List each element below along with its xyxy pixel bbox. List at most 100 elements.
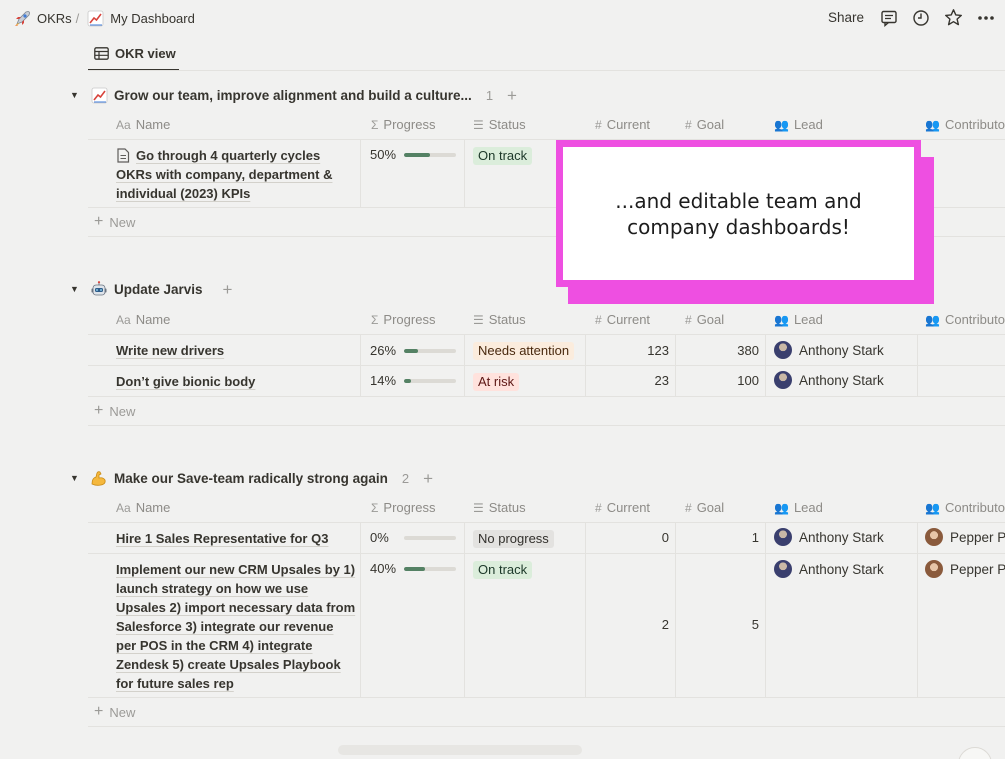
row-lead[interactable]: Anthony Stark — [774, 528, 884, 546]
collapse-triangle-icon[interactable]: ▼ — [70, 284, 84, 294]
row-current[interactable]: 123 — [595, 343, 669, 358]
table-row[interactable]: Write new drivers 26% Needs attention 12… — [88, 335, 1005, 366]
row-name[interactable]: Don’t give bionic body — [116, 374, 255, 389]
column-label: Progress — [383, 117, 436, 132]
progress-value: 0% — [370, 530, 389, 545]
people-icon: 👥 — [925, 312, 940, 327]
column-divider — [675, 366, 676, 396]
table-row[interactable]: Hire 1 Sales Representative for Q3 0% No… — [88, 523, 1005, 554]
row-name[interactable]: Write new drivers — [116, 343, 224, 358]
group-title[interactable]: Grow our team, improve alignment and bui… — [114, 88, 472, 103]
collapse-triangle-icon[interactable]: ▼ — [70, 473, 84, 483]
column-lead[interactable]: 👥 Lead — [774, 304, 823, 335]
callout-text: ...and editable team and company dashboa… — [615, 188, 862, 239]
column-lead[interactable]: 👥 Lead — [774, 109, 823, 140]
row-status[interactable]: No progress — [473, 530, 554, 548]
row-status[interactable]: Needs attention — [473, 342, 575, 360]
add-row-button[interactable]: + — [423, 470, 433, 487]
row-name-cell[interactable]: Write new drivers — [116, 341, 224, 360]
column-goal[interactable]: # Goal — [685, 492, 724, 523]
row-status[interactable]: On track — [473, 561, 533, 579]
column-progress[interactable]: Σ Progress — [371, 109, 435, 140]
row-current[interactable]: 2 — [595, 617, 669, 632]
rocket-icon — [14, 10, 31, 27]
column-contributor[interactable]: 👥 Contributo — [925, 109, 1005, 140]
progress-fill — [404, 566, 425, 571]
row-progress: 40% — [370, 561, 457, 576]
group-header-grow-team[interactable]: ▼ Grow our team, improve alignment and b… — [70, 84, 517, 106]
row-status[interactable]: On track — [473, 147, 533, 165]
share-button[interactable]: Share — [828, 10, 864, 25]
row-current[interactable]: 23 — [595, 373, 669, 388]
column-status[interactable]: ☰ Status — [473, 109, 526, 140]
row-name-cell[interactable]: Implement our new CRM Upsales by 1) laun… — [116, 560, 356, 693]
column-label: Name — [135, 117, 171, 132]
table-header: Aa Name Σ Progress ☰ Status # Current # Goal … — [88, 109, 1005, 140]
row-name-cell[interactable]: Hire 1 Sales Representative for Q3 — [116, 529, 328, 548]
row-name-cell[interactable]: Go through 4 quarterly cycles OKRs with … — [116, 146, 356, 203]
group-header-update-jarvis[interactable]: ▼ Update Jarvis + — [70, 278, 232, 300]
people-icon: 👥 — [774, 117, 789, 132]
column-goal[interactable]: # Goal — [685, 304, 724, 335]
progress-fill — [404, 348, 418, 353]
column-name[interactable]: Aa Name — [116, 304, 170, 335]
formula-icon: Σ — [371, 500, 379, 515]
column-name[interactable]: Aa Name — [116, 109, 170, 140]
horizontal-scrollbar[interactable] — [338, 745, 582, 755]
column-status[interactable]: ☰ Status — [473, 492, 526, 523]
top-bar: OKRs / My Dashboard Share — [0, 0, 1005, 36]
row-goal[interactable]: 380 — [685, 343, 759, 358]
row-goal[interactable]: 1 — [685, 530, 759, 545]
comment-icon[interactable] — [880, 9, 898, 27]
column-progress[interactable]: Σ Progress — [371, 304, 435, 335]
group-title[interactable]: Make our Save-team radically strong agai… — [114, 471, 388, 486]
column-current[interactable]: # Current — [595, 109, 650, 140]
row-goal[interactable]: 100 — [685, 373, 759, 388]
row-lead[interactable]: Anthony Stark — [774, 560, 884, 578]
row-goal[interactable]: 5 — [685, 617, 759, 632]
help-button[interactable] — [958, 747, 992, 759]
star-icon[interactable] — [944, 8, 963, 27]
breadcrumb-page[interactable]: My Dashboard — [110, 11, 195, 26]
breadcrumb-root[interactable]: OKRs — [37, 11, 72, 26]
table-header: Aa Name Σ Progress ☰ Status # Current # Goal … — [88, 492, 1005, 523]
row-status[interactable]: At risk — [473, 373, 520, 391]
column-contributor[interactable]: 👥 Contributo — [925, 492, 1005, 523]
row-contributor[interactable]: Pepper P — [925, 560, 1005, 578]
add-row-button[interactable]: + — [223, 281, 233, 298]
add-row-button[interactable]: + — [507, 87, 517, 104]
row-lead[interactable]: Anthony Stark — [774, 371, 884, 389]
column-name[interactable]: Aa Name — [116, 492, 170, 523]
column-goal[interactable]: # Goal — [685, 109, 724, 140]
column-current[interactable]: # Current — [595, 304, 650, 335]
row-name[interactable]: Go through 4 quarterly cycles OKRs with … — [116, 148, 332, 201]
column-current[interactable]: # Current — [595, 492, 650, 523]
chart-increasing-icon — [90, 86, 108, 104]
row-lead[interactable]: Anthony Stark — [774, 341, 884, 359]
table-row[interactable]: Implement our new CRM Upsales by 1) laun… — [88, 554, 1005, 698]
column-lead[interactable]: 👥 Lead — [774, 492, 823, 523]
column-contributor[interactable]: 👥 Contributo — [925, 304, 1005, 335]
row-name-cell[interactable]: Don’t give bionic body — [116, 372, 255, 391]
clock-icon[interactable] — [912, 9, 930, 27]
column-divider — [360, 554, 361, 697]
group-title[interactable]: Update Jarvis — [114, 282, 203, 297]
table-icon — [94, 47, 109, 60]
row-name[interactable]: Hire 1 Sales Representative for Q3 — [116, 531, 328, 546]
new-row-button[interactable]: + New — [88, 397, 1005, 426]
row-contributor[interactable]: Pepper P — [925, 528, 1005, 546]
column-label: Status — [488, 117, 526, 132]
column-divider — [585, 366, 586, 396]
collapse-triangle-icon[interactable]: ▼ — [70, 90, 84, 100]
column-status[interactable]: ☰ Status — [473, 304, 526, 335]
new-row-button[interactable]: + New — [88, 698, 1005, 727]
tab-okr-view[interactable]: OKR view — [88, 38, 179, 71]
row-name[interactable]: Implement our new CRM Upsales by 1) laun… — [116, 562, 355, 691]
table-row[interactable]: Don’t give bionic body 14% At risk 23 10… — [88, 366, 1005, 397]
more-icon[interactable] — [977, 9, 995, 27]
column-divider — [765, 523, 766, 553]
row-current[interactable]: 0 — [595, 530, 669, 545]
column-progress[interactable]: Σ Progress — [371, 492, 435, 523]
avatar — [774, 560, 792, 578]
group-header-save-team[interactable]: ▼ Make our Save-team radically strong ag… — [70, 467, 433, 489]
